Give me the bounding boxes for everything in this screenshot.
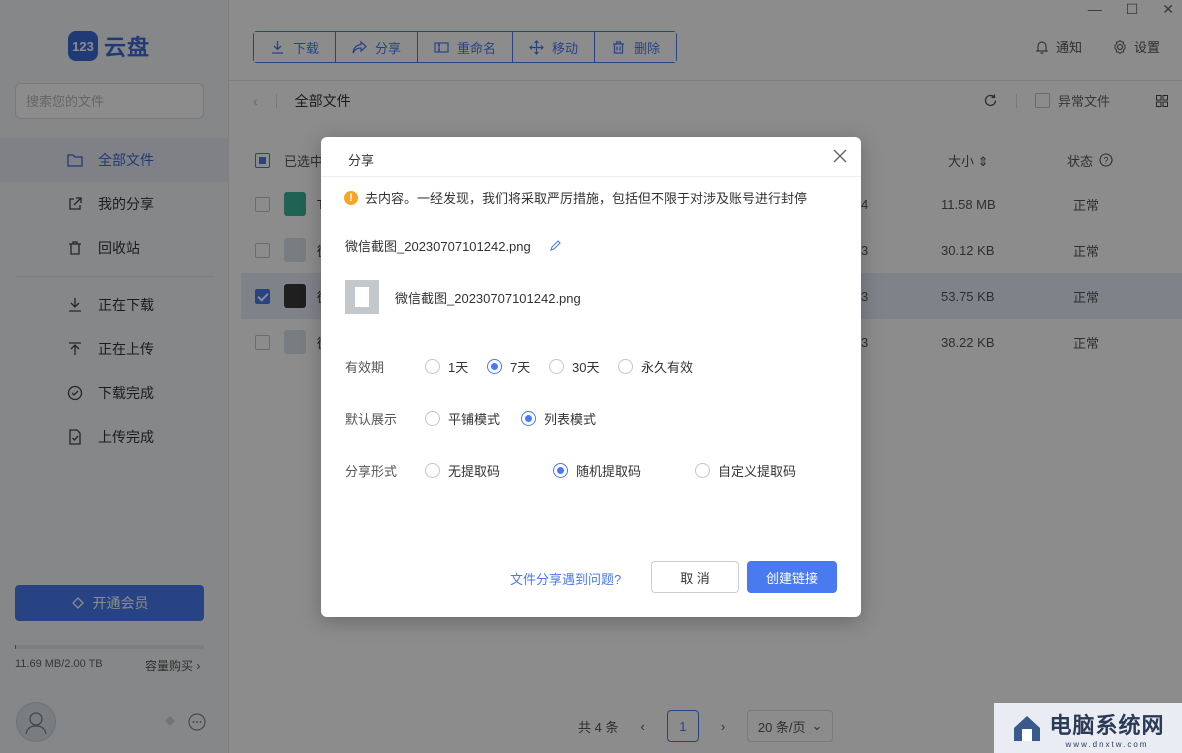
share-filename-text: 微信截图_20230707101242.png — [345, 239, 531, 254]
radio-label: 永久有效 — [641, 360, 694, 375]
display-option-tile[interactable]: 平铺模式 — [425, 409, 521, 428]
file-thumbnail — [345, 280, 379, 314]
radio-button[interactable] — [425, 463, 440, 478]
display-option-list[interactable]: 列表模式 — [521, 409, 596, 428]
validity-option-1day[interactable]: 1天 — [425, 357, 487, 376]
radio-button[interactable] — [618, 359, 633, 374]
share-mode-options: 分享形式 无提取码 随机提取码 自定义提取码 — [345, 461, 796, 480]
display-label: 默认展示 — [345, 412, 398, 427]
share-mode-label: 分享形式 — [345, 464, 398, 479]
radio-label: 无提取码 — [448, 464, 501, 479]
radio-label: 自定义提取码 — [718, 464, 797, 479]
share-mode-random-code[interactable]: 随机提取码 — [553, 461, 695, 480]
create-link-button[interactable]: 创建链接 — [747, 561, 837, 593]
radio-button[interactable] — [425, 359, 440, 374]
warning-icon: ! — [344, 190, 358, 205]
radio-button[interactable] — [425, 411, 440, 426]
watermark-text: 电脑系统网 www.dnxtw.com — [1049, 708, 1164, 749]
validity-options: 有效期 1天 7天 30天 永久有效 — [345, 357, 693, 376]
house-logo-icon — [1014, 716, 1041, 741]
edit-pencil-icon[interactable] — [549, 239, 562, 252]
share-mode-no-code[interactable]: 无提取码 — [425, 461, 553, 480]
radio-button[interactable] — [521, 411, 536, 426]
radio-label: 随机提取码 — [576, 464, 642, 479]
share-help-link[interactable]: 文件分享遇到问题? — [510, 569, 621, 588]
radio-button[interactable] — [695, 463, 710, 478]
share-file-name: 微信截图_20230707101242.png — [395, 290, 581, 306]
radio-label: 1天 — [448, 360, 469, 375]
radio-button[interactable] — [487, 359, 502, 374]
radio-button[interactable] — [549, 359, 564, 374]
display-options: 默认展示 平铺模式 列表模式 — [345, 409, 596, 428]
share-dialog: 分享 ! 去内容。一经发现，我们将采取严厉措施，包括但不限于对涉及账号进行封停 … — [321, 137, 861, 617]
radio-label: 列表模式 — [544, 412, 597, 427]
validity-label: 有效期 — [345, 360, 385, 375]
share-filename: 微信截图_20230707101242.png — [345, 236, 562, 255]
dialog-title: 分享 — [348, 153, 375, 168]
validity-option-forever[interactable]: 永久有效 — [618, 357, 693, 376]
watermark-title: 电脑系统网 — [1049, 712, 1165, 738]
radio-label: 30天 — [572, 360, 600, 375]
cancel-button[interactable]: 取 消 — [651, 561, 739, 593]
radio-label: 7天 — [510, 360, 531, 375]
warning-text: 去内容。一经发现，我们将采取严厉措施，包括但不限于对涉及账号进行封停 — [365, 191, 808, 206]
watermark: 电脑系统网 www.dnxtw.com — [994, 703, 1182, 753]
share-mode-custom-code[interactable]: 自定义提取码 — [695, 461, 796, 480]
share-file-item: 微信截图_20230707101242.png — [345, 280, 581, 314]
watermark-url: www.dnxtw.com — [1065, 739, 1149, 749]
validity-option-30days[interactable]: 30天 — [549, 357, 618, 376]
close-icon[interactable] — [833, 149, 847, 163]
dialog-divider — [321, 176, 861, 177]
warning-notice: ! 去内容。一经发现，我们将采取严厉措施，包括但不限于对涉及账号进行封停 — [344, 188, 839, 207]
radio-label: 平铺模式 — [448, 412, 501, 427]
validity-option-7days[interactable]: 7天 — [487, 357, 549, 376]
radio-button[interactable] — [553, 463, 568, 478]
